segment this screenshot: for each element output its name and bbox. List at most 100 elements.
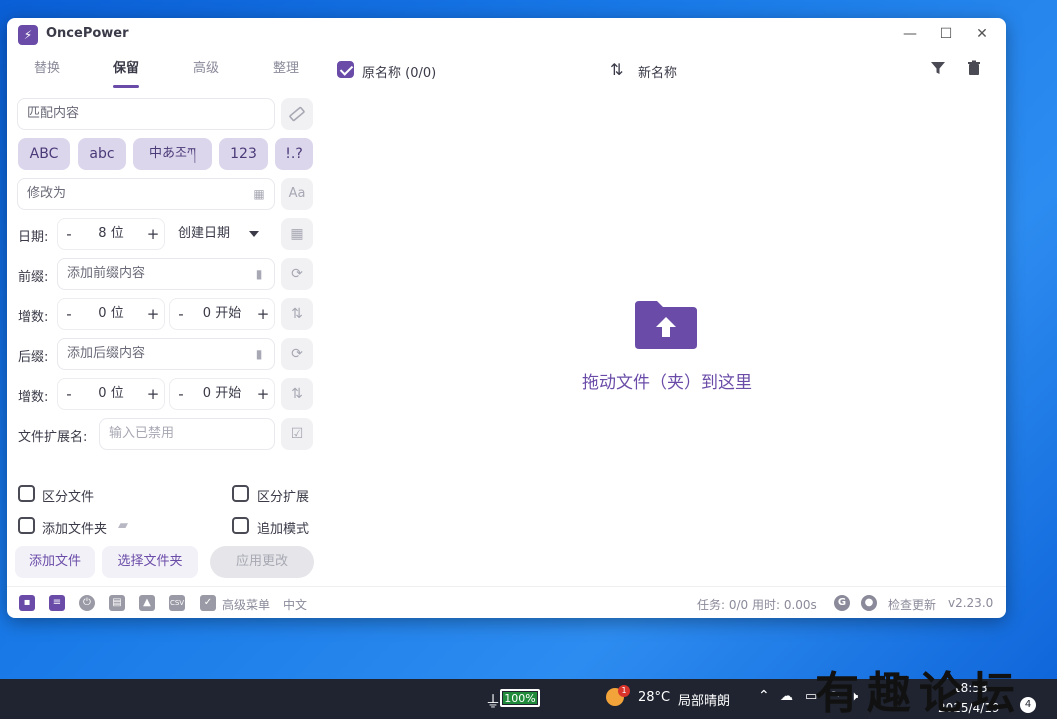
modify-input[interactable]: 修改为 ▦ xyxy=(17,178,275,210)
increment-start-value-2[interactable]: 0 开始 xyxy=(192,379,252,409)
mode-tabs: 替换 保留 高级 整理 xyxy=(17,58,313,90)
increment-start-value-1[interactable]: 0 开始 xyxy=(192,299,252,329)
increment-start-minus-1[interactable]: - xyxy=(170,299,192,329)
chevron-up-icon[interactable]: ⌃ xyxy=(758,688,770,704)
plug-icon: ⏚ xyxy=(485,692,502,711)
weather-temp[interactable]: 28°C xyxy=(638,690,670,705)
minimize-button[interactable]: — xyxy=(896,22,924,46)
increment-digits-stepper-1[interactable]: - 0 位 + xyxy=(57,298,165,330)
prefix-input[interactable]: 添加前缀内容 ▮ xyxy=(57,258,275,290)
language-label[interactable]: 中文 xyxy=(283,596,307,613)
prefix-label: 前缀: xyxy=(18,270,49,285)
save-icon[interactable]: ▪ xyxy=(19,595,35,611)
increment-start-stepper-2[interactable]: - 0 开始 + xyxy=(169,378,275,410)
battery-indicator[interactable]: 100% xyxy=(500,689,540,707)
date-label: 日期: xyxy=(18,230,49,245)
chip-symbols[interactable]: !.? xyxy=(275,138,313,170)
date-digits-stepper[interactable]: - 8 位 + xyxy=(57,218,165,250)
sort-icon[interactable]: ⇅ xyxy=(281,378,313,410)
increment-start-plus-1[interactable]: + xyxy=(252,299,274,329)
refresh-icon[interactable]: ⟳ xyxy=(281,338,313,370)
tab-replace[interactable]: 替换 xyxy=(17,58,77,90)
original-name-header[interactable]: 原名称 (0/0) xyxy=(362,62,436,81)
close-button[interactable]: ✕ xyxy=(968,22,996,46)
refresh-icon[interactable]: ⟳ xyxy=(281,258,313,290)
add-file-button[interactable]: 添加文件 xyxy=(15,546,95,578)
add-folder-label[interactable]: 添加文件夹 xyxy=(42,518,107,537)
trash-icon[interactable] xyxy=(965,59,983,77)
tab-organize[interactable]: 整理 xyxy=(256,58,316,90)
advanced-menu-label[interactable]: 高级菜单 xyxy=(222,596,270,613)
export-icon[interactable]: ≡ xyxy=(49,595,65,611)
clipboard-icon[interactable]: ▤ xyxy=(109,595,125,611)
weather-badge: 1 xyxy=(618,685,630,697)
increment-start-plus-2[interactable]: + xyxy=(252,379,274,409)
ruler-icon[interactable] xyxy=(281,98,313,130)
date-type-dropdown[interactable]: 创建日期 xyxy=(171,218,265,250)
calendar-icon[interactable]: ▦ xyxy=(252,187,266,201)
distinguish-file-label[interactable]: 区分文件 xyxy=(42,486,94,505)
chip-cjk[interactable]: 中あ조ཀ xyxy=(133,138,212,170)
suffix-input[interactable]: 添加后缀内容 ▮ xyxy=(57,338,275,370)
maximize-button[interactable]: ☐ xyxy=(932,22,960,46)
advanced-menu-check-icon[interactable]: ✓ xyxy=(200,595,216,611)
date-plus-button[interactable]: + xyxy=(142,219,164,249)
check-square-icon[interactable]: ☑ xyxy=(281,418,313,450)
new-name-header[interactable]: 新名称 xyxy=(638,62,677,81)
check-update-link[interactable]: 检查更新 xyxy=(888,596,936,613)
increment-digits-value-1[interactable]: 0 位 xyxy=(80,299,142,329)
upload-folder-icon[interactable] xyxy=(633,299,699,351)
increment-digits-plus-2[interactable]: + xyxy=(142,379,164,409)
image-icon[interactable]: ▲ xyxy=(139,595,155,611)
filter-icon[interactable] xyxy=(929,59,947,77)
status-bar: ▪ ≡ ⏻ ▤ ▲ CSV ✓ 高级菜单 中文 任务: 0/0 用时: 0.00… xyxy=(7,586,1006,618)
weather-desc[interactable]: 局部晴朗 xyxy=(678,690,730,709)
tab-advanced[interactable]: 高级 xyxy=(176,58,236,90)
extension-label: 文件扩展名: xyxy=(18,430,88,445)
csv-icon[interactable]: CSV xyxy=(169,595,185,611)
suffix-label: 后缀: xyxy=(18,350,49,365)
date-minus-button[interactable]: - xyxy=(58,219,80,249)
increment-start-stepper-1[interactable]: - 0 开始 + xyxy=(169,298,275,330)
sort-icon[interactable]: ⇅ xyxy=(281,298,313,330)
date-digits-value[interactable]: 8 位 xyxy=(80,219,142,249)
github-icon[interactable]: ● xyxy=(861,595,877,611)
file-icon[interactable]: ▮ xyxy=(252,267,266,281)
modify-placeholder: 修改为 xyxy=(27,186,67,201)
add-folder-checkbox[interactable] xyxy=(18,517,35,534)
swap-sort-icon[interactable]: ⇅ xyxy=(610,60,623,79)
distinguish-file-checkbox[interactable] xyxy=(18,485,35,502)
increment-start-minus-2[interactable]: - xyxy=(170,379,192,409)
append-mode-checkbox[interactable] xyxy=(232,517,249,534)
caret-down-icon xyxy=(249,231,259,237)
append-mode-label[interactable]: 追加模式 xyxy=(257,518,309,537)
apply-changes-button[interactable]: 应用更改 xyxy=(210,546,314,578)
chip-digits[interactable]: 123 xyxy=(219,138,268,170)
power-icon[interactable]: ⏻ xyxy=(79,595,95,611)
prefix-placeholder: 添加前缀内容 xyxy=(67,266,146,281)
distinguish-ext-label[interactable]: 区分扩展 xyxy=(257,486,309,505)
version-label: v2.23.0 xyxy=(948,596,994,610)
title-bar[interactable]: ⚡ OncePower — ☐ ✕ xyxy=(7,18,1006,50)
increment-digits-stepper-2[interactable]: - 0 位 + xyxy=(57,378,165,410)
watermark: 有趣论坛 xyxy=(815,668,1023,719)
file-icon[interactable]: ▮ xyxy=(252,347,266,361)
calendar-button-icon[interactable]: ▦ xyxy=(281,218,313,250)
font-case-icon[interactable]: Aa xyxy=(281,178,313,210)
file-list-header: 原名称 (0/0) ⇅ 新名称 xyxy=(337,58,997,88)
increment-digits-value-2[interactable]: 0 位 xyxy=(80,379,142,409)
chip-uppercase[interactable]: ABC xyxy=(18,138,70,170)
select-all-checkbox[interactable] xyxy=(337,61,354,78)
match-input[interactable]: 匹配内容 xyxy=(17,98,275,130)
app-window: ⚡ OncePower — ☐ ✕ 替换 保留 高级 整理 匹配内容 ABC a… xyxy=(7,18,1006,618)
increment-digits-minus-1[interactable]: - xyxy=(58,299,80,329)
chip-lowercase[interactable]: abc xyxy=(78,138,126,170)
folder-icon: ▰ xyxy=(118,518,128,533)
tab-keep[interactable]: 保留 xyxy=(96,58,156,90)
increment-digits-plus-1[interactable]: + xyxy=(142,299,164,329)
gitee-icon[interactable]: G xyxy=(834,595,850,611)
distinguish-ext-checkbox[interactable] xyxy=(232,485,249,502)
onedrive-icon[interactable]: ☁ xyxy=(780,689,793,704)
increment-digits-minus-2[interactable]: - xyxy=(58,379,80,409)
select-folder-button[interactable]: 选择文件夹 xyxy=(102,546,198,578)
